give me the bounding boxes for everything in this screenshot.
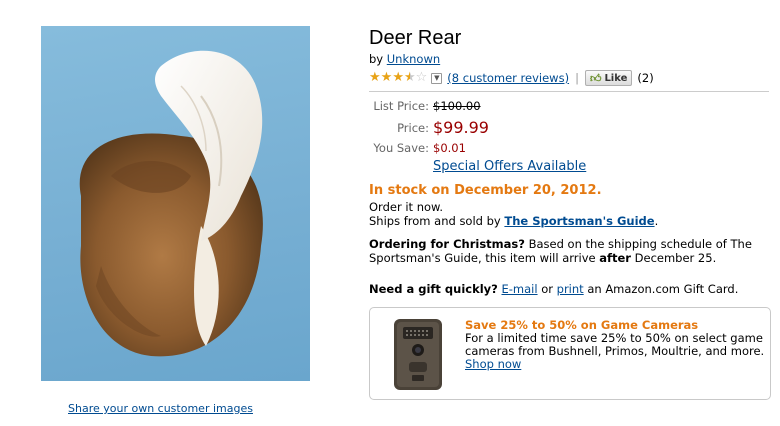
ships-prefix: Ships from and sold by [369, 214, 501, 228]
share-customer-images-link[interactable]: Share your own customer images [68, 402, 253, 415]
gift-card-line: Need a gift quickly? E-mail or print an … [369, 282, 738, 296]
stock-status: In stock on December 20, 2012. [369, 183, 602, 198]
half-star-icon: ★ [403, 70, 416, 85]
promo-box: Save 25% to 50% on Game Cameras For a li… [369, 307, 771, 400]
gift-suffix: an Amazon.com Gift Card. [587, 282, 739, 296]
empty-star-icon: ☆ [415, 70, 428, 85]
deer-rear-illustration [79, 50, 263, 357]
price-label: Price: [397, 121, 429, 135]
game-camera-image[interactable] [392, 317, 444, 392]
seller-link[interactable]: The Sportsman's Guide [504, 214, 654, 228]
christmas-date: December 25. [634, 251, 717, 265]
star-icon: ★ [392, 70, 404, 85]
print-gift-link[interactable]: print [557, 282, 584, 296]
price-value: $99.99 [433, 118, 489, 137]
promo-description: For a limited time save 25% to 50% on se… [465, 331, 765, 358]
product-image[interactable] [41, 26, 310, 381]
customer-reviews-link[interactable]: (8 customer reviews) [447, 71, 569, 85]
by-prefix: by [369, 52, 384, 66]
product-title: Deer Rear [369, 27, 462, 49]
star-icon: ★ [369, 70, 381, 85]
separator: | [575, 71, 579, 85]
like-button[interactable]: 👍︎ Like [584, 70, 633, 86]
star-rating[interactable]: ★ ★ ★ ★ ☆ [369, 71, 427, 85]
divider [369, 91, 769, 92]
gift-or: or [541, 282, 553, 296]
list-price-value: $100.00 [433, 99, 481, 113]
like-label: Like [604, 72, 628, 84]
like-count: (2) [637, 71, 654, 85]
byline: by Unknown [369, 52, 440, 66]
star-icon: ★ [380, 70, 393, 85]
rating-row: ★ ★ ★ ★ ☆ ▼ (8 customer reviews) | 👍︎ Li… [369, 70, 654, 86]
you-save-value: $0.01 [433, 141, 466, 155]
ships-suffix: . [654, 214, 659, 228]
thumbs-up-icon: 👍︎ [589, 71, 602, 85]
gift-heading: Need a gift quickly? [369, 282, 498, 296]
you-save-label: You Save: [373, 141, 429, 155]
email-gift-link[interactable]: E-mail [502, 282, 538, 296]
christmas-emphasis: after [599, 251, 631, 265]
promo-title: Save 25% to 50% on Game Cameras [465, 318, 699, 332]
author-link[interactable]: Unknown [387, 52, 440, 66]
order-now-text: Order it now. [369, 200, 444, 214]
christmas-heading: Ordering for Christmas? [369, 237, 525, 251]
special-offers-link[interactable]: Special Offers Available [433, 159, 586, 174]
shop-now-link[interactable]: Shop now [465, 357, 521, 371]
christmas-shipping-note: Ordering for Christmas? Based on the shi… [369, 237, 769, 265]
rating-dropdown-icon[interactable]: ▼ [431, 72, 443, 84]
promo-text: For a limited time save 25% to 50% on se… [465, 332, 765, 371]
list-price-label: List Price: [373, 99, 429, 113]
ships-from-line: Ships from and sold by The Sportsman's G… [369, 214, 658, 228]
